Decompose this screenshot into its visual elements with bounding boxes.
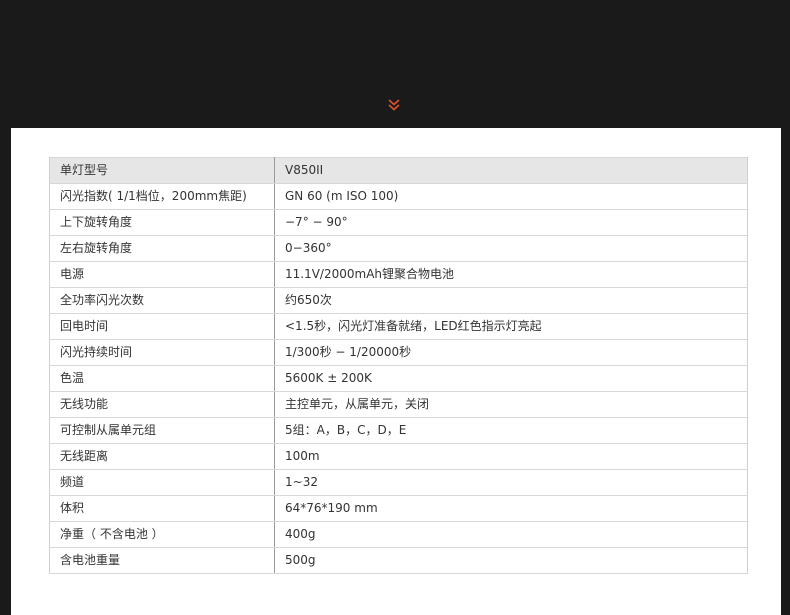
- spec-value: 1/300秒 − 1/20000秒: [274, 339, 748, 366]
- spec-label: 无线距离: [49, 443, 275, 470]
- dark-header-band: [0, 0, 790, 128]
- spec-value: GN 60 (m ISO 100): [274, 183, 748, 210]
- spec-card: 单灯型号 V850II 闪光指数( 1/1档位，200mm焦距) GN 60 (…: [11, 128, 781, 615]
- table-row: 闪光持续时间 1/300秒 − 1/20000秒: [49, 339, 748, 366]
- table-row: 频道 1~32: [49, 469, 748, 496]
- table-row: 无线功能 主控单元，从属单元，关闭: [49, 391, 748, 418]
- spec-label: 含电池重量: [49, 547, 275, 574]
- spec-label: 电源: [49, 261, 275, 288]
- spec-value: 11.1V/2000mAh锂聚合物电池: [274, 261, 748, 288]
- table-row: 闪光指数( 1/1档位，200mm焦距) GN 60 (m ISO 100): [49, 183, 748, 210]
- table-row: 回电时间 <1.5秒，闪光灯准备就绪，LED红色指示灯亮起: [49, 313, 748, 340]
- table-row: 左右旋转角度 0−360°: [49, 235, 748, 262]
- table-row: 上下旋转角度 −7° − 90°: [49, 209, 748, 236]
- double-chevron-down-icon[interactable]: [386, 97, 402, 113]
- spec-label: 左右旋转角度: [49, 235, 275, 262]
- spec-value: 0−360°: [274, 235, 748, 262]
- spec-label: 净重（ 不含电池 ）: [49, 521, 275, 548]
- spec-value: 主控单元，从属单元，关闭: [274, 391, 748, 418]
- table-row: 含电池重量 500g: [49, 547, 748, 574]
- spec-value: 100m: [274, 443, 748, 470]
- table-row: 单灯型号 V850II: [49, 157, 748, 184]
- spec-label: 全功率闪光次数: [49, 287, 275, 314]
- spec-label: 色温: [49, 365, 275, 392]
- spec-value: 400g: [274, 521, 748, 548]
- spec-value: 5组：A，B，C，D，E: [274, 417, 748, 444]
- spec-value: V850II: [274, 157, 748, 184]
- table-row: 电源 11.1V/2000mAh锂聚合物电池: [49, 261, 748, 288]
- table-row: 可控制从属单元组 5组：A，B，C，D，E: [49, 417, 748, 444]
- spec-label: 回电时间: [49, 313, 275, 340]
- spec-value: 约650次: [274, 287, 748, 314]
- spec-label: 闪光指数( 1/1档位，200mm焦距): [49, 183, 275, 210]
- table-row: 体积 64*76*190 mm: [49, 495, 748, 522]
- spec-label: 频道: [49, 469, 275, 496]
- spec-value: 64*76*190 mm: [274, 495, 748, 522]
- spec-label: 体积: [49, 495, 275, 522]
- spec-value: 500g: [274, 547, 748, 574]
- spec-value: −7° − 90°: [274, 209, 748, 236]
- table-row: 全功率闪光次数 约650次: [49, 287, 748, 314]
- spec-table: 单灯型号 V850II 闪光指数( 1/1档位，200mm焦距) GN 60 (…: [49, 157, 748, 574]
- spec-label: 无线功能: [49, 391, 275, 418]
- table-row: 无线距离 100m: [49, 443, 748, 470]
- spec-label: 单灯型号: [49, 157, 275, 184]
- spec-value: <1.5秒，闪光灯准备就绪，LED红色指示灯亮起: [274, 313, 748, 340]
- table-row: 净重（ 不含电池 ） 400g: [49, 521, 748, 548]
- spec-value: 1~32: [274, 469, 748, 496]
- spec-label: 闪光持续时间: [49, 339, 275, 366]
- spec-value: 5600K ± 200K: [274, 365, 748, 392]
- spec-label: 上下旋转角度: [49, 209, 275, 236]
- spec-label: 可控制从属单元组: [49, 417, 275, 444]
- table-row: 色温 5600K ± 200K: [49, 365, 748, 392]
